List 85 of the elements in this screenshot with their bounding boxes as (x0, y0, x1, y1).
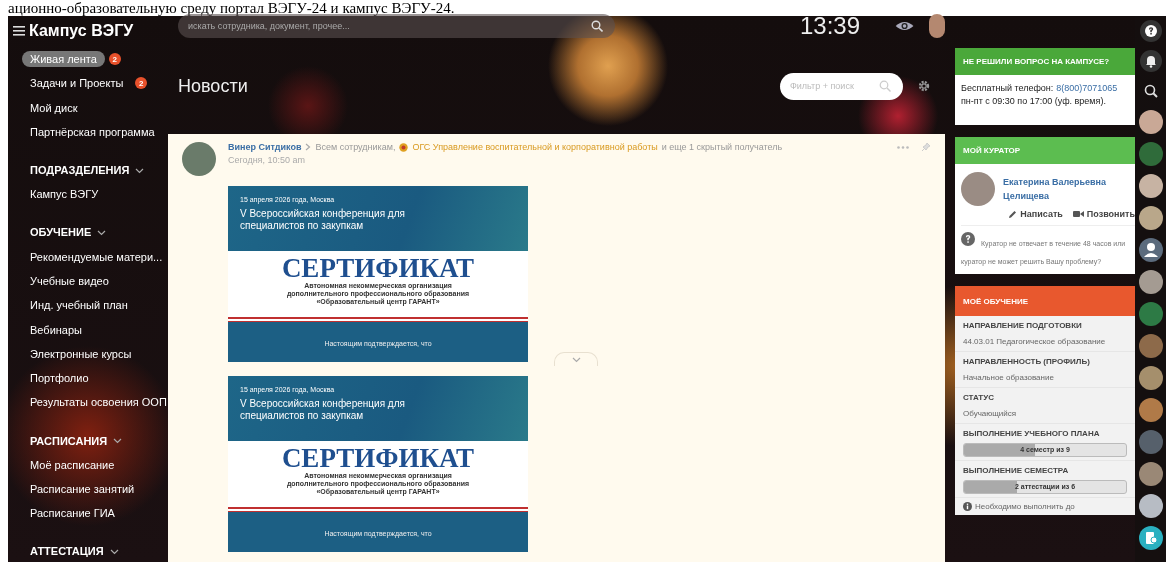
search-icon (591, 20, 603, 32)
notice-text: Необходимо выполнить до (975, 502, 1075, 511)
certificate-event: V Всероссийская конференция для специалистов по закупкам (240, 208, 406, 232)
contact-avatar[interactable] (1138, 206, 1163, 230)
user-silhouette-icon[interactable] (1138, 238, 1163, 262)
filter-field[interactable]: Фильтр + поиск (780, 72, 903, 100)
hidden-recipients-text: и еще 1 скрытый получатель (661, 142, 783, 152)
certificate-event: V Всероссийская конференция для специалистов по закупкам (240, 398, 406, 422)
sidebar-item[interactable]: Электронные курсы (22, 345, 140, 362)
chevron-icon (571, 356, 581, 363)
certificate-heading: СЕРТИФИКАТ (280, 254, 476, 282)
field-label: НАПРАВЛЕНИЕ ПОДГОТОВКИ (963, 321, 1083, 330)
document-text: ационно-образовательную среду портал ВЭГУ-24 и кампус ВЭГУ-24. (8, 0, 456, 16)
call-link[interactable]: Позвонить (1072, 209, 1135, 219)
chevron-icon (113, 437, 123, 445)
phone-label: Бесплатный телефон: (961, 82, 1054, 95)
section-heading[interactable]: РАСПИСАНИЯ (30, 434, 108, 447)
section-heading[interactable]: ПОДРАЗДЕЛЕНИЯ (30, 164, 130, 177)
field-label: ВЫПОЛНЕНИЕ СЕМЕСТРА (963, 466, 1070, 475)
field-value: Начальное образование (963, 372, 1055, 384)
field-value: 44.03.01 Педагогическое образование (963, 336, 1107, 348)
phone-link[interactable]: 8(800)7071065 (1056, 82, 1118, 95)
count-badge: 2 (135, 77, 148, 90)
contact-avatar[interactable] (1138, 366, 1163, 390)
expand-toggle[interactable] (554, 352, 598, 366)
device-icon[interactable] (1138, 526, 1163, 550)
certificate-image[interactable] (228, 186, 528, 362)
section-heading[interactable]: АТТЕСТАЦИЯ (30, 545, 104, 558)
write-link[interactable]: Написать (1008, 209, 1063, 219)
chevron-icon (109, 547, 119, 555)
info-icon (963, 502, 972, 511)
chevron-icon (135, 166, 145, 174)
curator-avatar (961, 172, 995, 206)
sidebar-item[interactable]: Портфолио (22, 370, 97, 387)
field-label: СТАТУС (963, 393, 995, 402)
panel-header: НЕ РЕШИЛИ ВОПРОС НА КАМПУСЕ? (955, 48, 1135, 75)
count-badge: 2 (108, 53, 121, 66)
group-icon (399, 142, 409, 152)
pencil-icon (1008, 209, 1018, 219)
search-icon (879, 79, 891, 92)
video-camera-icon (1072, 210, 1084, 218)
author-link[interactable]: Винер Ситдиков (228, 142, 302, 152)
sidebar-item[interactable]: Расписание ГИА (22, 505, 123, 522)
sidebar-item[interactable]: Партнёрская программа (22, 124, 163, 141)
question-icon (961, 232, 975, 246)
contact-avatar[interactable] (1138, 494, 1163, 518)
field-value: Обучающийся (963, 408, 1018, 420)
post-time: Сегодня, 10:50 am (228, 155, 307, 165)
chevron-right-icon (305, 143, 312, 151)
settings-icon[interactable] (918, 80, 930, 92)
contact-avatar[interactable] (1138, 110, 1163, 134)
sidebar-item[interactable]: Мой диск (22, 99, 86, 116)
section-heading[interactable]: ОБУЧЕНИЕ (30, 226, 92, 239)
bell-icon[interactable] (1139, 50, 1162, 72)
sidebar-item[interactable]: Вебинары (22, 321, 90, 338)
hours-text: пн-пт с 09:30 по 17:00 (уф. время). (961, 95, 1107, 108)
app-logo[interactable]: Кампус ВЭГУ (29, 22, 134, 40)
sidebar-item[interactable]: Результаты освоения ООП (22, 394, 168, 411)
sidebar-item[interactable]: Живая лента (22, 51, 105, 68)
sidebar-item[interactable]: Кампус ВЭГУ (22, 186, 107, 203)
menu-icon[interactable] (13, 26, 25, 36)
clock-time: 13:39 (800, 12, 862, 40)
page-title: Новости (178, 75, 249, 97)
panel-header: МОЙ КУРАТОР (955, 137, 1135, 164)
author-avatar (182, 142, 216, 176)
panel-header: МОЁ ОБУЧЕНИЕ (955, 286, 1135, 316)
contact-avatar[interactable] (1138, 270, 1163, 294)
field-label: НАПРАВЛЕННОСТЬ (ПРОФИЛЬ) (963, 357, 1091, 366)
sidebar-item[interactable]: Инд. учебный план (22, 297, 136, 314)
curator-name-link[interactable]: Екатерина Валерьевна Целищева (1003, 175, 1135, 203)
field-label: ВЫПОЛНЕНИЕ УЧЕБНОГО ПЛАНА (963, 429, 1101, 438)
certificate-image[interactable] (228, 376, 528, 552)
sidebar-item[interactable]: Учебные видео (22, 272, 117, 289)
certificate-heading: СЕРТИФИКАТ (280, 444, 476, 472)
sidebar-item[interactable]: Задачи и Проекты (22, 75, 132, 92)
chevron-icon (97, 229, 107, 236)
user-avatar[interactable] (928, 14, 945, 38)
recipients-text: Всем сотрудникам, (315, 142, 396, 152)
help-icon[interactable] (1139, 20, 1162, 42)
contact-avatar[interactable] (1138, 398, 1163, 422)
contact-avatar[interactable] (1138, 174, 1163, 198)
sidebar-item[interactable]: Рекомендуемые матери... (22, 248, 168, 265)
sidebar-item[interactable]: Моё расписание (22, 456, 123, 473)
sidebar-item[interactable]: Расписание занятий (22, 481, 143, 497)
contact-avatar[interactable] (1138, 462, 1163, 486)
